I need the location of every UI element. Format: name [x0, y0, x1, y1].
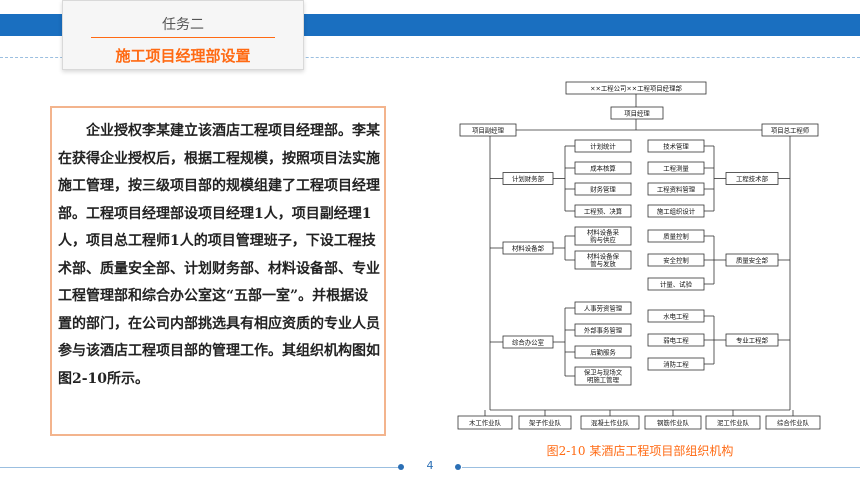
org-left-function-box: 材料设备保管与发放: [574, 250, 632, 270]
org-left-function-box: 工程预、决算: [574, 204, 632, 218]
svg-text:材料设备保: 材料设备保: [587, 252, 620, 261]
title-underline: [91, 37, 275, 38]
org-team-box: 木工作业队: [457, 415, 513, 430]
org-team-box: 架子作业队: [518, 415, 572, 430]
section-title-card: 任务二 施工项目经理部设置: [62, 0, 304, 70]
org-left-function-box: 外部事务管理: [574, 323, 632, 337]
org-right-function-box: 施工组织设计: [647, 204, 705, 218]
org-right-function-box: 技术管理: [647, 139, 705, 153]
page-number: 4: [426, 459, 434, 472]
org-right-function-box: 弱电工程: [647, 333, 705, 347]
org-team-box: 泥工作业队: [705, 415, 761, 430]
svg-text:项目总工程师: 项目总工程师: [771, 125, 810, 134]
org-team-box: 钢筋作业队: [644, 415, 702, 430]
svg-text:材料设备采: 材料设备采: [587, 228, 620, 237]
org-left-dept-box: 材料设备部: [502, 241, 554, 255]
svg-text:材料设备部: 材料设备部: [512, 243, 545, 252]
svg-text:项目经理: 项目经理: [624, 108, 650, 117]
org-left-dept-box: 综合办公室: [502, 335, 554, 349]
svg-text:后勤服务: 后勤服务: [590, 347, 616, 356]
org-deputy-box: 项目副经理: [459, 123, 517, 137]
footer-dot-left: [398, 464, 404, 470]
svg-text:钢筋作业队: 钢筋作业队: [657, 418, 690, 427]
svg-text:综合作业队: 综合作业队: [777, 418, 810, 427]
org-right-function-box: 安全控制: [647, 253, 705, 267]
svg-text:工程预、决算: 工程预、决算: [584, 206, 623, 215]
org-left-function-box: 后勤服务: [574, 345, 632, 359]
svg-text:外部事务管理: 外部事务管理: [584, 325, 623, 334]
svg-text:工程资料管理: 工程资料管理: [657, 184, 696, 193]
svg-text:架子作业队: 架子作业队: [529, 418, 562, 427]
org-left-function-box: 成本核算: [574, 161, 632, 175]
svg-text:财务管理: 财务管理: [590, 184, 616, 193]
svg-text:明施工管理: 明施工管理: [587, 375, 620, 384]
svg-text:工程技术部: 工程技术部: [736, 174, 769, 183]
svg-text:工程测量: 工程测量: [663, 163, 689, 172]
footer-line-left: [0, 467, 400, 468]
svg-text:安全控制: 安全控制: [663, 255, 689, 264]
svg-text:成本核算: 成本核算: [590, 163, 616, 172]
org-right-function-box: 水电工程: [647, 309, 705, 323]
svg-text:质量安全部: 质量安全部: [736, 255, 769, 264]
org-chief-engineer-box: 项目总工程师: [761, 123, 819, 137]
svg-text:水电工程: 水电工程: [663, 311, 689, 320]
org-left-dept-box: 计划财务部: [502, 172, 554, 185]
org-right-function-box: 质量控制: [647, 229, 705, 243]
org-team-box: 综合作业队: [765, 415, 821, 430]
svg-text:计划财务部: 计划财务部: [512, 174, 545, 183]
org-right-function-box: 计量、试验: [647, 277, 705, 291]
org-right-dept-box: 工程技术部: [725, 172, 779, 185]
org-left-function-box: 保卫与现场文明施工管理: [574, 366, 632, 386]
org-left-function-box: 财务管理: [574, 182, 632, 196]
svg-text:购与供应: 购与供应: [590, 235, 616, 244]
svg-text:施工组织设计: 施工组织设计: [657, 206, 696, 215]
figure-caption: 图2-10 某酒店工程项目部组织机构: [546, 444, 734, 458]
svg-text:项目副经理: 项目副经理: [472, 125, 505, 134]
svg-text:××工程公司××工程项目经理部: ××工程公司××工程项目经理部: [590, 83, 682, 92]
svg-text:混凝土作业队: 混凝土作业队: [591, 418, 630, 427]
org-manager-box: 项目经理: [610, 106, 664, 120]
svg-text:弱电工程: 弱电工程: [663, 335, 689, 344]
org-left-function-box: 材料设备采购与供应: [574, 226, 632, 246]
task-label: 任务二: [162, 17, 204, 33]
svg-text:综合办公室: 综合办公室: [512, 337, 545, 346]
description-text: 企业授权李某建立该酒店工程项目经理部。李某在获得企业授权后，根据工程规模，按照项…: [58, 123, 380, 387]
svg-text:管与发放: 管与发放: [590, 259, 616, 268]
org-right-function-box: 工程资料管理: [647, 182, 705, 196]
svg-text:泥工作业队: 泥工作业队: [717, 418, 750, 427]
svg-text:专业工程部: 专业工程部: [736, 335, 769, 344]
org-company-box: ××工程公司××工程项目经理部: [565, 81, 707, 95]
svg-text:计划统计: 计划统计: [590, 141, 616, 150]
svg-text:保卫与现场文: 保卫与现场文: [584, 368, 623, 377]
svg-text:木工作业队: 木工作业队: [469, 418, 502, 427]
org-left-function-box: 人事劳资管理: [574, 301, 632, 315]
org-left-function-box: 计划统计: [574, 139, 632, 153]
svg-text:质量控制: 质量控制: [663, 231, 689, 240]
org-team-box: 混凝土作业队: [580, 415, 640, 430]
footer-line-right: [462, 467, 860, 468]
svg-text:人事劳资管理: 人事劳资管理: [584, 303, 623, 312]
svg-text:计量、试验: 计量、试验: [660, 279, 693, 288]
svg-text:消防工程: 消防工程: [663, 359, 689, 368]
org-right-dept-box: 专业工程部: [725, 333, 779, 347]
footer-dot-right: [455, 464, 461, 470]
section-title: 施工项目经理部设置: [115, 47, 251, 65]
org-right-function-box: 工程测量: [647, 161, 705, 175]
org-right-dept-box: 质量安全部: [725, 253, 779, 267]
svg-text:技术管理: 技术管理: [663, 141, 689, 150]
description-box: 企业授权李某建立该酒店工程项目经理部。李某在获得企业授权后，根据工程规模，按照项…: [50, 106, 386, 436]
org-right-function-box: 消防工程: [647, 357, 705, 371]
